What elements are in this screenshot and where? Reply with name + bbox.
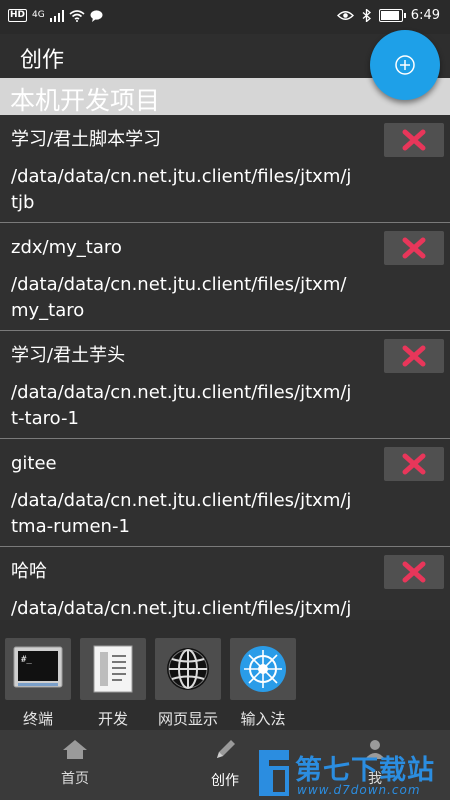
clock: 6:49: [410, 8, 440, 23]
tool-input-method[interactable]: 输入法: [230, 638, 296, 729]
project-name: gitee: [11, 453, 57, 474]
project-item[interactable]: 学习/君土脚本学习/data/data/cn.net.jtu.client/fi…: [0, 115, 450, 223]
close-icon: [402, 129, 426, 151]
status-left: HD 4G: [8, 9, 103, 22]
project-item[interactable]: zdx/my_taro/data/data/cn.net.jtu.client/…: [0, 223, 450, 331]
battery-icon: [378, 9, 406, 22]
close-icon: [402, 237, 426, 259]
status-right: 6:49: [336, 8, 440, 23]
delete-project-button[interactable]: [384, 123, 444, 157]
tools-bar: #_ 终端 开发 网页显示 输入法: [0, 620, 450, 730]
home-icon: [63, 740, 87, 759]
project-path: /data/data/cn.net.jtu.client/files/jtxm/…: [11, 166, 352, 213]
message-icon: [90, 9, 103, 22]
delete-project-button[interactable]: [384, 555, 444, 589]
eye-icon: [336, 11, 354, 20]
project-path: /data/data/cn.net.jtu.client/files/jtxm/…: [11, 382, 352, 429]
project-item[interactable]: 哈哈/data/data/cn.net.jtu.client/files/jtx…: [0, 547, 450, 620]
pencil-icon: [217, 740, 235, 758]
close-icon: [402, 561, 426, 583]
battery-fill: [380, 11, 400, 20]
project-name: 哈哈: [11, 561, 47, 582]
project-path: /data/data/cn.net.jtu.client/files/jtxm/…: [11, 490, 352, 537]
close-icon: [402, 345, 426, 367]
project-name: zdx/my_taro: [11, 237, 122, 258]
tool-input-method-label: 输入法: [240, 710, 286, 728]
signal-icon: [49, 9, 64, 22]
watermark-url: www.d7down.com: [297, 783, 421, 797]
watermark-text: 第七下载站: [295, 755, 435, 786]
nav-home-label: 首页: [61, 771, 89, 787]
wifi-icon: [69, 9, 85, 22]
close-icon: [402, 453, 426, 475]
project-path: /data/data/cn.net.jtu.client/files/jtxm/…: [11, 598, 352, 619]
plus-circle-icon: [395, 55, 415, 75]
add-project-button[interactable]: [370, 30, 440, 100]
svg-text:#_: #_: [21, 655, 32, 665]
tool-develop-label: 开发: [97, 710, 128, 728]
project-name: 学习/君土脚本学习: [11, 129, 162, 150]
watermark: 第七下载站 www.d7down.com: [255, 748, 450, 800]
delete-project-button[interactable]: [384, 339, 444, 373]
keyboard-wheel-icon: [230, 638, 296, 700]
delete-project-button[interactable]: [384, 447, 444, 481]
section-title: 本机开发项目: [10, 86, 161, 115]
project-name: 学习/君土芋头: [11, 345, 126, 366]
project-item[interactable]: gitee/data/data/cn.net.jtu.client/files/…: [0, 439, 450, 547]
tool-webview-label: 网页显示: [157, 710, 218, 728]
document-icon: [80, 638, 146, 700]
globe-icon: [155, 638, 221, 700]
tool-develop[interactable]: 开发: [80, 638, 146, 729]
bluetooth-icon: [362, 9, 371, 22]
watermark-logo: [259, 750, 289, 796]
tool-terminal-label: 终端: [22, 710, 53, 728]
project-item[interactable]: 学习/君土芋头/data/data/cn.net.jtu.client/file…: [0, 331, 450, 439]
tool-terminal[interactable]: #_ 终端: [5, 638, 71, 729]
status-bar: HD 4G 6:49: [0, 0, 450, 34]
terminal-icon: #_: [5, 638, 71, 700]
page-title: 创作: [20, 48, 65, 73]
tool-webview[interactable]: 网页显示: [155, 638, 221, 729]
project-path: /data/data/cn.net.jtu.client/files/jtxm/…: [11, 274, 347, 321]
nav-home[interactable]: 首页: [30, 738, 120, 788]
network-type: 4G: [32, 10, 45, 20]
project-list[interactable]: 学习/君土脚本学习/data/data/cn.net.jtu.client/fi…: [0, 115, 450, 620]
delete-project-button[interactable]: [384, 231, 444, 265]
hd-badge: HD: [8, 9, 28, 22]
